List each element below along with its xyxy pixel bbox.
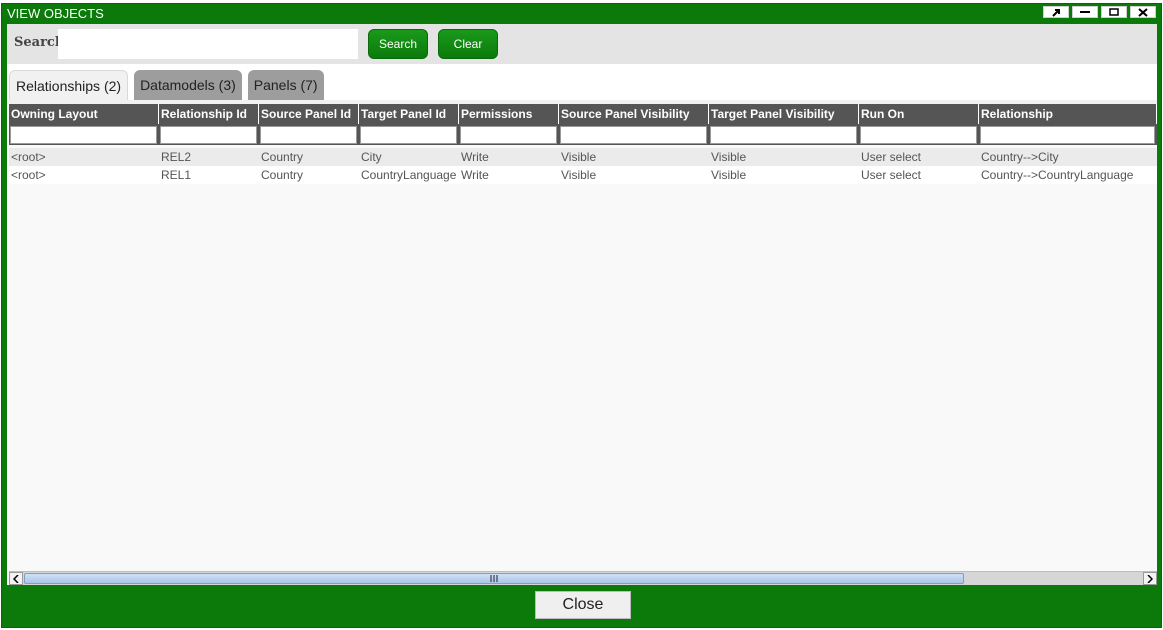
dialog-footer: Close [2, 583, 1161, 627]
grid-header-row: Owning Layout Relationship Id Source Pan… [9, 104, 1157, 124]
cell-relationship-id: REL2 [161, 150, 192, 164]
popout-icon[interactable] [1043, 6, 1069, 18]
column-header-relationship-id[interactable]: Relationship Id [159, 104, 259, 124]
cell-owning-layout: <root> [11, 150, 46, 164]
filter-target-panel-visibility[interactable] [710, 126, 857, 144]
search-input[interactable] [58, 29, 358, 59]
column-header-run-on[interactable]: Run On [859, 104, 979, 124]
column-header-source-panel-id[interactable]: Source Panel Id [259, 104, 359, 124]
filter-source-panel-visibility[interactable] [560, 126, 707, 144]
filter-relationship[interactable] [980, 126, 1155, 144]
cell-source-panel-id: Country [261, 150, 304, 164]
cell-source-panel-visibility: Visible [561, 150, 597, 164]
object-tabs: Relationships (2) Datamodels (3) Panels … [9, 70, 324, 100]
close-icon[interactable] [1130, 6, 1156, 18]
cell-target-panel-visibility: Visible [711, 150, 747, 164]
minimize-icon[interactable] [1072, 6, 1098, 18]
filter-permissions[interactable] [460, 126, 557, 144]
window-controls [1043, 6, 1156, 18]
dialog-titlebar[interactable]: VIEW OBJECTS [2, 4, 1161, 24]
filter-run-on[interactable] [860, 126, 977, 144]
table-row[interactable]: <root> REL1 Country CountryLanguage Writ… [9, 166, 1157, 184]
cell-run-on: User select [861, 150, 922, 164]
search-button[interactable]: Search [368, 29, 428, 59]
column-header-relationship[interactable]: Relationship [979, 104, 1157, 124]
dialog-title: VIEW OBJECTS [7, 6, 104, 21]
column-header-target-panel-visibility[interactable]: Target Panel Visibility [709, 104, 859, 124]
cell-target-panel-id: CountryLanguage [361, 168, 457, 182]
column-header-owning-layout[interactable]: Owning Layout [9, 104, 159, 124]
cell-target-panel-id: City [361, 150, 382, 164]
cell-source-panel-id: Country [261, 168, 304, 182]
clear-button[interactable]: Clear [438, 29, 498, 59]
close-button[interactable]: Close [535, 591, 631, 619]
maximize-icon[interactable] [1101, 6, 1127, 18]
cell-source-panel-visibility: Visible [561, 168, 597, 182]
cell-permissions: Write [461, 168, 489, 182]
tab-datamodels[interactable]: Datamodels (3) [134, 70, 242, 100]
filter-target-panel-id[interactable] [360, 126, 457, 144]
grid-filter-row [9, 124, 1157, 145]
search-label: Search [14, 35, 65, 50]
search-bar: Search Search Clear [7, 24, 1157, 64]
relationships-grid: Owning Layout Relationship Id Source Pan… [9, 104, 1157, 572]
cell-permissions: Write [461, 150, 489, 164]
column-header-source-panel-visibility[interactable]: Source Panel Visibility [559, 104, 709, 124]
table-row[interactable]: <root> REL2 Country City Write Visible V… [9, 148, 1157, 166]
column-header-permissions[interactable]: Permissions [459, 104, 559, 124]
cell-relationship-id: REL1 [161, 168, 192, 182]
filter-relationship-id[interactable] [160, 126, 257, 144]
cell-target-panel-visibility: Visible [711, 168, 747, 182]
filter-source-panel-id[interactable] [260, 126, 357, 144]
tab-relationships[interactable]: Relationships (2) [9, 70, 129, 100]
tab-panels[interactable]: Panels (7) [247, 70, 324, 100]
dialog-content: Search Search Clear Relationships (2) Da… [7, 24, 1157, 585]
cell-owning-layout: <root> [11, 168, 46, 182]
view-objects-dialog: VIEW OBJECTS Search Search Clear Relatio… [1, 3, 1162, 628]
cell-run-on: User select [861, 168, 922, 182]
cell-relationship: Country-->CountryLanguage [981, 168, 1134, 182]
column-header-target-panel-id[interactable]: Target Panel Id [359, 104, 459, 124]
cell-relationship: Country-->City [981, 150, 1059, 164]
filter-owning-layout[interactable] [10, 126, 157, 144]
